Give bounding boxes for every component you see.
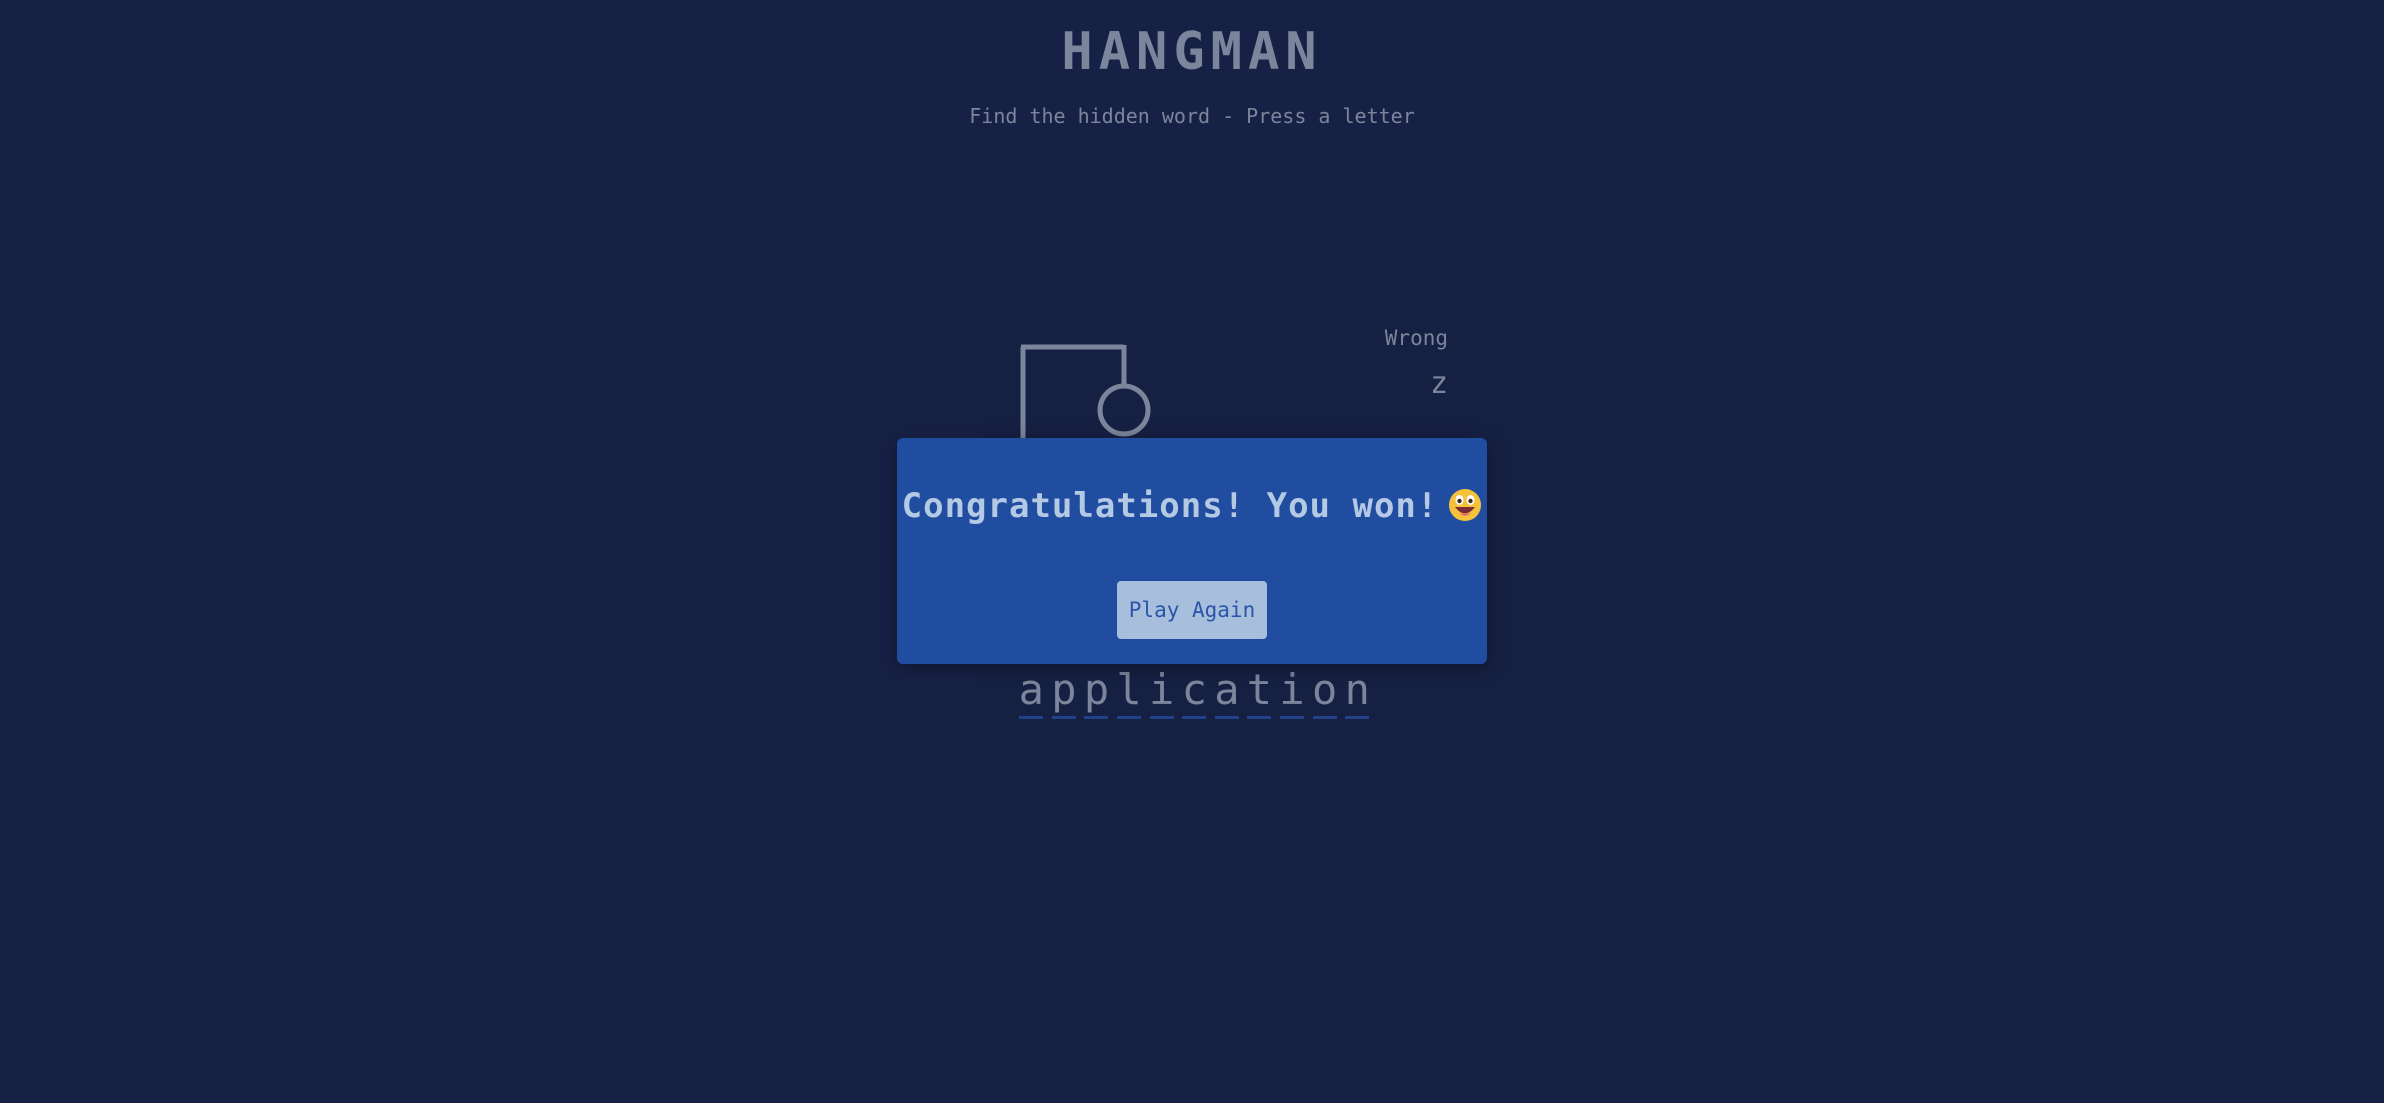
- letter-underline: [1247, 716, 1272, 719]
- letter-underline: [1051, 716, 1076, 719]
- letter-char: n: [1344, 665, 1370, 714]
- letter-char: i: [1149, 665, 1175, 714]
- letter-slot: a: [1211, 664, 1244, 719]
- letter-slot: t: [1243, 664, 1276, 719]
- letter-slot: l: [1113, 664, 1146, 719]
- letter-slot: p: [1080, 664, 1113, 719]
- win-message-text: Congratulations! You won!: [901, 486, 1439, 526]
- letter-slot: c: [1178, 664, 1211, 719]
- letter-char: l: [1116, 665, 1142, 714]
- letter-char: t: [1246, 665, 1273, 714]
- letter-char: o: [1311, 665, 1338, 714]
- win-message: Congratulations! You won!: [897, 486, 1487, 526]
- letter-underline: [1117, 716, 1142, 719]
- letter-char: c: [1181, 665, 1207, 714]
- letter-underline: [1345, 716, 1370, 719]
- letter-underline: [1084, 716, 1109, 719]
- letter-underline: [1280, 716, 1305, 719]
- page-title: HANGMAN: [1061, 22, 1323, 82]
- hangman-page: HANGMAN Find the hidden word - Press a l…: [0, 0, 2384, 1103]
- letter-char: i: [1279, 665, 1305, 714]
- grinning-face-icon: [1449, 488, 1482, 521]
- letter-char: a: [1214, 665, 1240, 714]
- letter-underline: [1312, 716, 1337, 719]
- letter-slot: i: [1276, 664, 1309, 719]
- win-popup: Congratulations! You won! Play Again: [897, 438, 1487, 664]
- play-again-button[interactable]: Play Again: [1117, 581, 1267, 639]
- letter-slot: o: [1308, 664, 1341, 719]
- page-subtitle: Find the hidden word - Press a letter: [969, 104, 1415, 128]
- letter-char: p: [1083, 665, 1110, 714]
- letter-char: p: [1051, 665, 1077, 714]
- letter-underline: [1182, 716, 1207, 719]
- letter-slot: a: [1015, 664, 1048, 719]
- letter-char: a: [1018, 665, 1044, 714]
- letter-underline: [1019, 716, 1044, 719]
- hidden-word: application: [1015, 664, 1374, 719]
- letter-slot: p: [1048, 664, 1081, 719]
- letter-underline: [1214, 716, 1239, 719]
- letter-slot: n: [1341, 664, 1374, 719]
- hangman-head: [1097, 383, 1151, 437]
- letter-slot: i: [1145, 664, 1178, 719]
- letter-underline: [1149, 716, 1174, 719]
- wrong-letters: z: [1429, 366, 1448, 401]
- wrong-letters-label: Wrong: [1384, 326, 1448, 350]
